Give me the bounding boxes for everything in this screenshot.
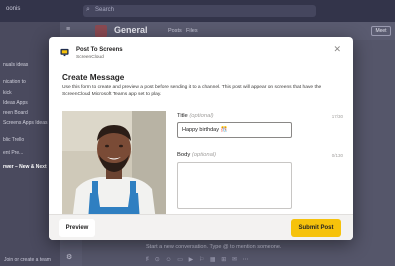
teams-top-bar: oonis ⌕ Search [0,0,395,22]
sidebar-item[interactable]: reen Board [3,110,28,116]
body-textarea[interactable] [177,162,292,209]
create-message-dialog: Post To Screens ScreenCloud ✕ Create Mes… [49,37,353,240]
form-description: Use this form to create and preview a po… [62,85,322,97]
title-input[interactable]: Happy birthday 🎊 [177,122,292,138]
title-char-counter: 17/30 [331,114,343,119]
tab-posts[interactable]: Posts [168,28,182,34]
join-team-link[interactable]: Join or create a team [4,257,51,263]
title-optional-text: (optional) [189,113,214,119]
sidebar-item[interactable]: nuals ideas [3,62,28,68]
title-label-text: Title [177,113,188,119]
title-label: Title (optional) [177,113,214,119]
app-title: Post To Screens [76,47,123,53]
body-label-text: Body [177,152,191,158]
tab-files[interactable]: Files [186,28,198,34]
body-optional-text: (optional) [191,152,217,158]
dialog-header: Post To Screens ScreenCloud ✕ [49,37,353,65]
sidebar-item[interactable]: Ideas Apps [3,100,28,106]
search-box[interactable]: ⌕ Search [83,5,316,17]
settings-icon[interactable]: ⚙ [66,253,72,261]
filter-icon[interactable]: ≡ [66,26,70,33]
team-avatar [95,25,107,37]
screencloud-logo-icon [60,48,69,57]
uploaded-photo[interactable] [62,111,166,221]
body-label: Body (optional) [177,152,216,158]
dialog-footer: Preview Submit Post [49,214,353,240]
close-icon[interactable]: ✕ [333,45,341,54]
search-placeholder: Search [95,7,115,13]
app-subtitle: ScreenCloud [76,55,104,60]
meet-button[interactable]: Meet [371,26,391,36]
sidebar-item[interactable]: nication to [3,79,26,85]
sidebar-item[interactable]: ent Pre... [3,150,23,156]
sidebar-item[interactable]: blic Trello [3,137,24,143]
channel-title: General [114,25,148,35]
app-name: oonis [6,6,21,12]
preview-button[interactable]: Preview [59,219,95,237]
compose-box[interactable]: Start a new conversation. Type @ to ment… [146,244,281,250]
sidebar-item[interactable]: rwer – New & Next [3,164,47,170]
form-title: Create Message [62,73,125,82]
search-icon: ⌕ [86,6,90,13]
body-char-counter: 0/130 [331,153,343,158]
compose-toolbar[interactable]: Ꞙ ⊙ ☺ ▭ ▶ ⚐ ▦ ⊞ ✉ ⋯ [146,255,251,263]
submit-post-button[interactable]: Submit Post [291,219,341,237]
sidebar-item[interactable]: Screens Apps Ideas [3,120,47,126]
sidebar-item[interactable]: kick [3,90,12,96]
